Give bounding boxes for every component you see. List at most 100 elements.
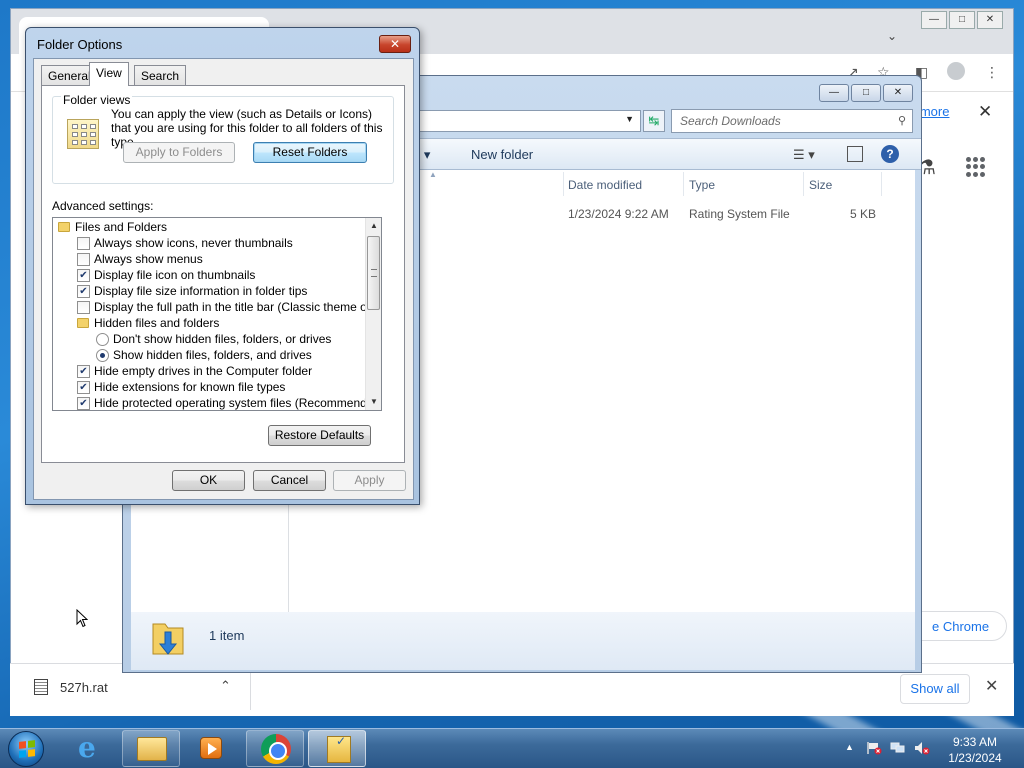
media-player-icon: [200, 737, 222, 759]
radio-selected[interactable]: [96, 349, 109, 362]
tab-view[interactable]: View: [89, 62, 129, 86]
tab-search-chevron-icon[interactable]: ⌄: [887, 29, 897, 43]
chevron-up-icon[interactable]: ⌃: [220, 678, 231, 694]
downloads-folder-icon: [152, 623, 184, 655]
column-divider: [563, 172, 564, 196]
scroll-down-icon[interactable]: ▼: [366, 394, 381, 410]
ok-button[interactable]: OK: [172, 470, 245, 491]
dropdown-arrow-icon[interactable]: ▼: [625, 114, 634, 124]
show-hidden-icons-icon[interactable]: ▲: [845, 742, 854, 752]
sort-arrow-icon: ▲: [429, 170, 437, 179]
download-item[interactable]: 527h.rat: [34, 679, 108, 695]
scrollbar-thumb[interactable]: [367, 236, 380, 310]
checkbox-checked[interactable]: ✔: [77, 365, 90, 378]
column-type[interactable]: Type: [689, 178, 715, 192]
column-size[interactable]: Size: [809, 178, 832, 192]
show-all-button[interactable]: Show all: [900, 674, 970, 704]
cancel-button[interactable]: Cancel: [253, 470, 326, 491]
windows-explorer-taskbar-button[interactable]: [122, 730, 180, 767]
checkbox-unchecked[interactable]: [77, 253, 90, 266]
radio-unselected[interactable]: [96, 333, 109, 346]
minimize-icon[interactable]: —: [819, 84, 849, 102]
checkbox-checked[interactable]: ✔: [77, 269, 90, 282]
folder-options-taskbar-button[interactable]: [308, 730, 366, 767]
clock-date: 1/23/2024: [948, 751, 1002, 765]
internet-explorer-icon: e: [78, 731, 96, 764]
checkbox-unchecked[interactable]: [77, 237, 90, 250]
checkbox-checked[interactable]: ✔: [77, 381, 90, 394]
column-divider: [803, 172, 804, 196]
scroll-up-icon[interactable]: ▲: [366, 218, 381, 234]
folder-options-icon: [327, 734, 351, 763]
volume-muted-icon[interactable]: [914, 741, 930, 755]
folder-views-group: Folder views You can apply the view (suc…: [52, 93, 394, 184]
refresh-icon[interactable]: ↹: [643, 110, 665, 132]
maximize-icon[interactable]: □: [851, 84, 881, 102]
dialog-client-area: General View Search Folder views You can…: [33, 58, 414, 500]
profile-avatar-icon[interactable]: [947, 62, 965, 80]
action-center-flag-icon[interactable]: [866, 741, 882, 755]
close-icon[interactable]: ✕: [883, 84, 913, 102]
minimize-icon[interactable]: —: [921, 11, 947, 29]
preview-pane-icon[interactable]: [847, 146, 863, 162]
advanced-settings-label: Advanced settings:: [52, 199, 154, 213]
apply-to-folders-button[interactable]: Apply to Folders: [123, 142, 235, 163]
setting-label: Always show menus: [94, 252, 203, 266]
restore-defaults-button[interactable]: Restore Defaults: [268, 425, 371, 446]
divider: [250, 672, 251, 710]
setting-label: Hide protected operating system files (R…: [94, 396, 382, 410]
setting-label: Display file size information in folder …: [94, 284, 308, 298]
chrome-window-controls: — □ ✕: [921, 11, 1003, 29]
checkbox-checked[interactable]: ✔: [77, 285, 90, 298]
address-bar[interactable]: ▼: [413, 110, 641, 132]
new-folder-button[interactable]: New folder: [471, 147, 533, 162]
folder-views-icon: [67, 119, 99, 149]
maximize-icon[interactable]: □: [949, 11, 975, 29]
folder-icon: [77, 318, 89, 328]
checkbox-unchecked[interactable]: [77, 301, 90, 314]
start-button[interactable]: [8, 731, 44, 767]
apply-button[interactable]: Apply: [333, 470, 406, 491]
taskbar: e ▲ 9:33 AM 1/23/2024: [0, 728, 1024, 768]
checkbox-checked[interactable]: ✔: [77, 397, 90, 410]
column-date-modified[interactable]: Date modified: [568, 178, 642, 192]
view-tab-page: Folder views You can apply the view (suc…: [41, 85, 405, 463]
vertical-scrollbar[interactable]: ▲ ▼: [365, 218, 381, 410]
column-divider: [881, 172, 882, 196]
help-icon[interactable]: ?: [881, 145, 899, 163]
desktop: — □ ✕ ⌄ ↗ ☆ ◧ ⋮ n more ✕ ⚗ e Chrome 527h…: [0, 0, 1024, 728]
advanced-settings-list[interactable]: Files and Folders Always show icons, nev…: [52, 217, 382, 411]
setting-label: Hide extensions for known file types: [94, 380, 286, 394]
reset-folders-button[interactable]: Reset Folders: [253, 142, 367, 163]
file-size: 5 KB: [850, 207, 877, 221]
folder-options-dialog: Folder Options ✕ General View Search Fol…: [25, 27, 420, 505]
download-filename: 527h.rat: [60, 679, 108, 695]
search-icon[interactable]: ⚲: [898, 114, 906, 127]
change-view-icon[interactable]: ☰ ▾: [793, 147, 815, 163]
setting-label: Display the full path in the title bar (…: [94, 300, 382, 314]
close-icon[interactable]: ✕: [977, 11, 1003, 29]
close-download-shelf-icon[interactable]: ✕: [985, 676, 998, 696]
setting-label: Don't show hidden files, folders, or dri…: [113, 332, 332, 346]
chrome-taskbar-button[interactable]: [246, 730, 304, 767]
internet-explorer-taskbar-button[interactable]: e: [62, 730, 120, 767]
apps-grid-icon[interactable]: [966, 157, 986, 177]
mouse-cursor-icon: [76, 609, 88, 628]
setting-label: Files and Folders: [75, 220, 168, 234]
close-icon[interactable]: ✕: [379, 35, 411, 53]
network-icon[interactable]: [890, 741, 906, 755]
dialog-title: Folder Options: [37, 37, 123, 52]
kebab-menu-icon[interactable]: ⋮: [985, 64, 999, 81]
banner-close-icon[interactable]: ✕: [978, 102, 992, 122]
search-input[interactable]: Search Downloads ⚲: [671, 109, 913, 133]
system-clock[interactable]: 9:33 AM 1/23/2024: [940, 734, 1010, 766]
windows-explorer-icon: [137, 737, 167, 761]
search-placeholder: Search Downloads: [680, 114, 781, 128]
setting-label: Always show icons, never thumbnails: [94, 236, 293, 250]
details-pane: 1 item: [131, 612, 915, 670]
setting-label: Hidden files and folders: [94, 316, 220, 330]
windows-logo-icon: [19, 740, 35, 758]
tab-search[interactable]: Search: [134, 65, 187, 85]
media-player-taskbar-button[interactable]: [182, 730, 240, 767]
setting-label: Display file icon on thumbnails: [94, 268, 256, 282]
